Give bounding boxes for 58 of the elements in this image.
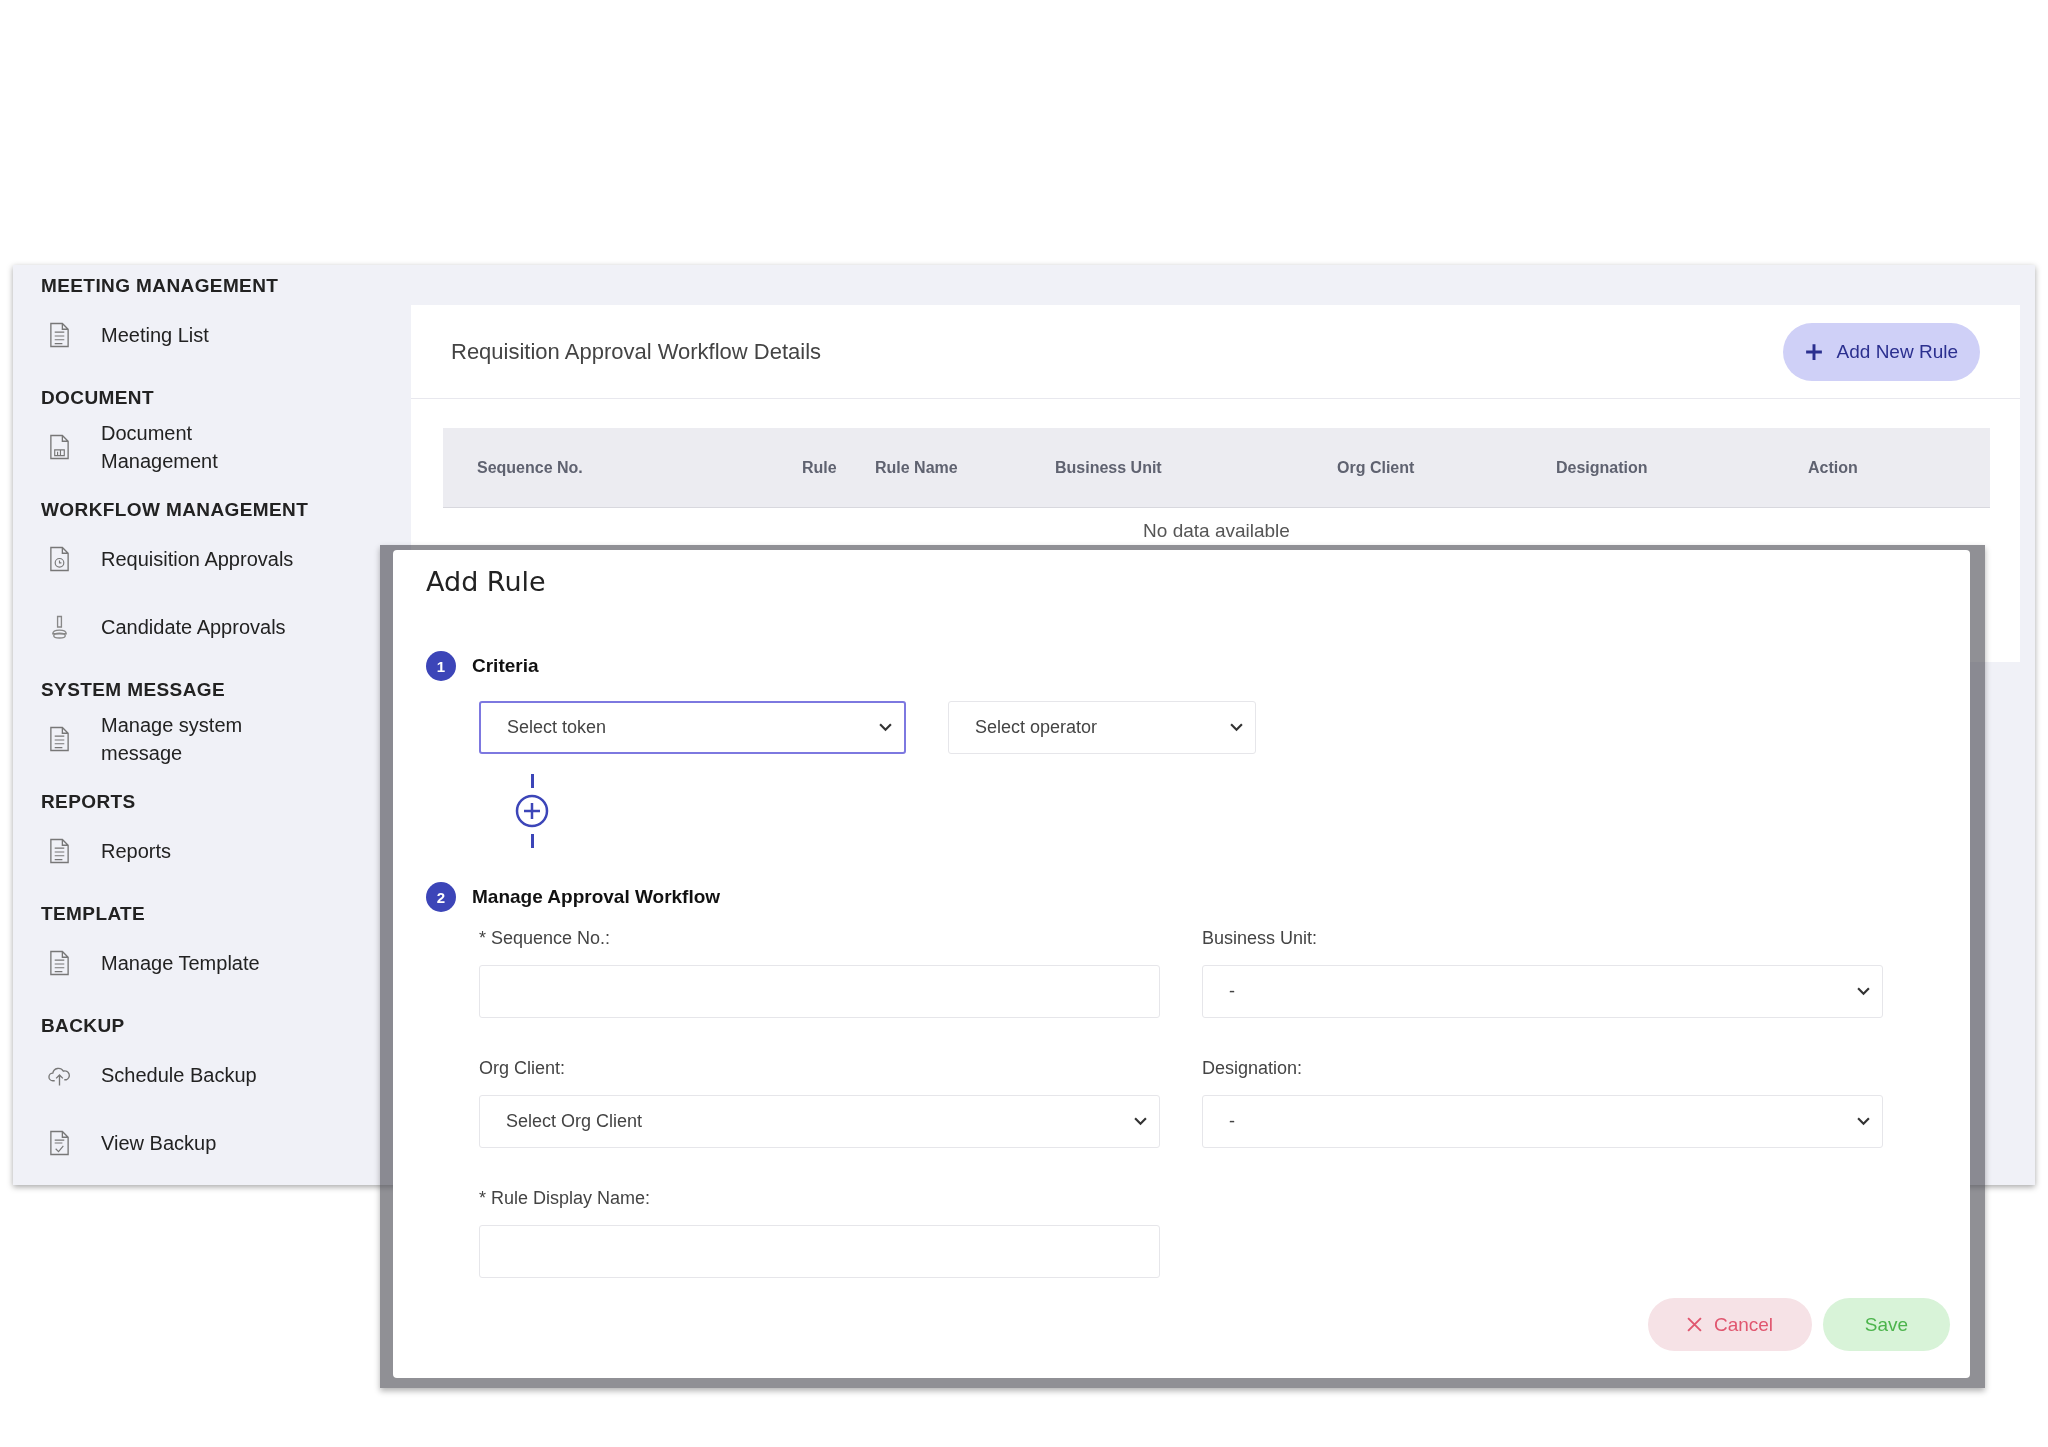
column-header: Action bbox=[1808, 458, 1859, 477]
document-icon bbox=[48, 838, 71, 864]
sidebar-section-title: WORKFLOW MANAGEMENT bbox=[41, 498, 310, 522]
chevron-icon bbox=[1230, 723, 1243, 732]
add-condition-icon[interactable] bbox=[515, 794, 549, 828]
sidebar-item[interactable]: Reports bbox=[41, 817, 380, 885]
field-label: * Rule Display Name: bbox=[479, 1188, 652, 1209]
field-label: Org Client: bbox=[479, 1058, 567, 1079]
chevron-icon bbox=[1857, 1117, 1870, 1126]
chevron-icon bbox=[879, 723, 892, 732]
select-field[interactable]: - bbox=[1202, 965, 1883, 1018]
document-icon bbox=[48, 950, 71, 976]
sidebar-item[interactable]: View Backup bbox=[41, 1109, 380, 1177]
column-header: Org Client bbox=[1337, 458, 1416, 477]
plus-icon bbox=[1804, 342, 1823, 361]
sidebar-item[interactable]: Candidate Approvals bbox=[41, 593, 380, 661]
column-header: Business Unit bbox=[1055, 458, 1163, 477]
panel-title: Requisition Approval Workflow Details bbox=[451, 338, 822, 365]
step-title: Criteria bbox=[472, 655, 539, 677]
column-header: Designation bbox=[1556, 458, 1649, 477]
add-new-rule-button[interactable]: Add New Rule bbox=[1782, 322, 1980, 381]
sidebar-section-title: DOCUMENT bbox=[41, 386, 155, 410]
column-header: Rule bbox=[802, 458, 838, 477]
sidebar-section-title: TEMPLATE bbox=[41, 902, 147, 926]
step-number: 1 bbox=[426, 651, 456, 681]
sidebar-item[interactable]: Manage system message bbox=[41, 705, 380, 773]
column-header: Rule Name bbox=[875, 458, 959, 477]
step-number: 2 bbox=[426, 882, 456, 912]
step-title: Manage Approval Workflow bbox=[472, 886, 721, 908]
sidebar-section-title: SYSTEM MESSAGE bbox=[41, 678, 227, 702]
checked-document-icon bbox=[48, 1130, 71, 1156]
field-label: Business Unit: bbox=[1202, 928, 1319, 949]
select-field[interactable]: Select operator bbox=[948, 701, 1256, 754]
select-field[interactable]: Select token bbox=[479, 701, 906, 754]
field-label: * Sequence No.: bbox=[479, 928, 612, 949]
close-icon bbox=[1686, 1317, 1702, 1332]
document-icon bbox=[48, 322, 71, 348]
chevron-icon bbox=[1134, 1117, 1147, 1126]
field-label: Designation: bbox=[1202, 1058, 1304, 1079]
sidebar-section-title: MEETING MANAGEMENT bbox=[41, 274, 280, 298]
chevron-icon bbox=[1857, 987, 1870, 996]
modal-title: Add Rule bbox=[426, 566, 547, 597]
input-field[interactable] bbox=[479, 1225, 1160, 1278]
sidebar-item[interactable]: Manage Template bbox=[41, 929, 380, 997]
clock-document-icon bbox=[48, 546, 71, 572]
select-field[interactable]: - bbox=[1202, 1095, 1883, 1148]
chart-document-icon bbox=[48, 434, 71, 460]
column-header: Sequence No. bbox=[477, 458, 584, 477]
sidebar-item[interactable]: Document Management bbox=[41, 413, 380, 481]
document-icon bbox=[48, 726, 71, 752]
select-field[interactable]: Select Org Client bbox=[479, 1095, 1160, 1148]
sidebar-item[interactable]: Requisition Approvals bbox=[41, 525, 380, 593]
sidebar-item[interactable]: Schedule Backup bbox=[41, 1041, 380, 1109]
empty-message: No data available bbox=[1142, 520, 1291, 542]
input-field[interactable] bbox=[479, 965, 1160, 1018]
sidebar-section-title: BACKUP bbox=[41, 1014, 126, 1038]
sidebar-item[interactable]: Meeting List bbox=[41, 301, 380, 369]
sidebar-section-title: REPORTS bbox=[41, 790, 137, 814]
